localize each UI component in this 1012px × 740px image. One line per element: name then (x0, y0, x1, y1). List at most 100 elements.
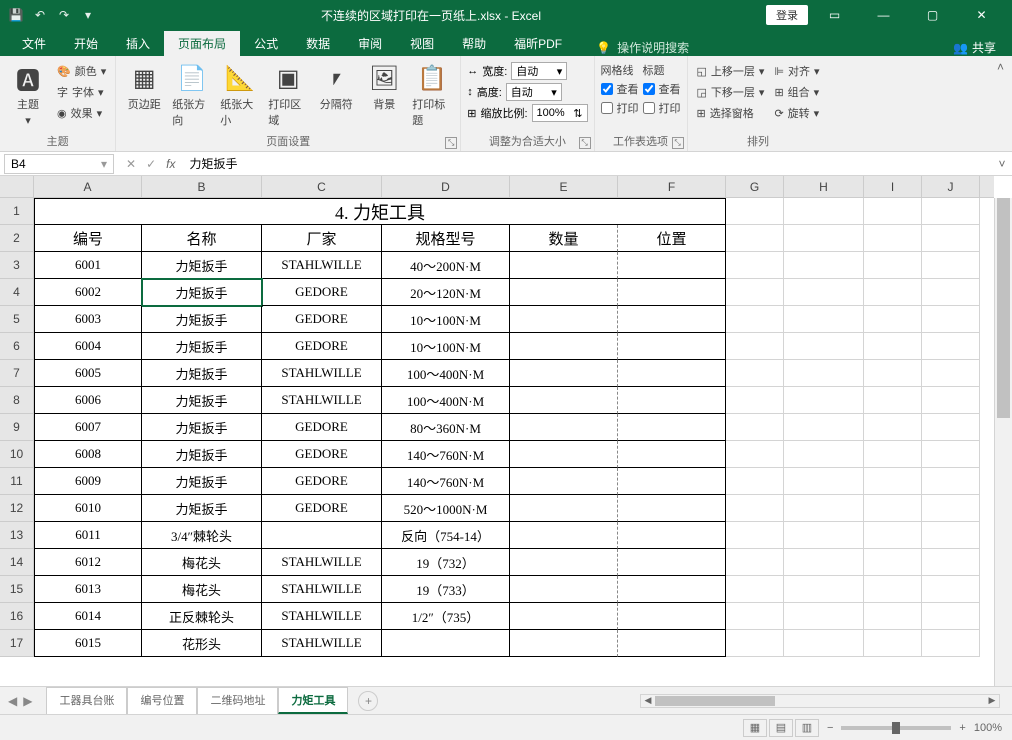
cell[interactable] (510, 468, 618, 495)
horizontal-scroll-thumb[interactable] (655, 696, 775, 706)
tab-insert[interactable]: 插入 (112, 31, 164, 56)
align-button[interactable]: ⊫对齐▾ (771, 62, 822, 80)
row-header-17[interactable]: 17 (0, 630, 33, 657)
ribbon-display-icon[interactable]: ▭ (812, 0, 857, 30)
row-header-2[interactable]: 2 (0, 225, 33, 252)
cell[interactable]: GEDORE (262, 414, 382, 441)
cell[interactable] (726, 630, 784, 657)
row-header-14[interactable]: 14 (0, 549, 33, 576)
cell[interactable] (618, 306, 726, 333)
cell[interactable]: 力矩扳手 (142, 360, 262, 387)
cell[interactable] (784, 333, 864, 360)
tell-me-search[interactable]: 💡 操作说明搜索 (596, 39, 689, 56)
cell[interactable]: 10～100N·M (382, 306, 510, 333)
cell[interactable]: 1/2″（735） (382, 603, 510, 630)
cell[interactable] (784, 225, 864, 252)
cell[interactable] (510, 414, 618, 441)
cell[interactable] (618, 360, 726, 387)
cell[interactable] (922, 603, 980, 630)
tab-view[interactable]: 视图 (396, 31, 448, 56)
cell[interactable] (922, 522, 980, 549)
cell[interactable]: 编号 (34, 225, 142, 252)
headings-view-check[interactable]: 查看 (643, 81, 681, 97)
cell[interactable] (784, 603, 864, 630)
cell[interactable] (784, 414, 864, 441)
tab-nav-next-icon[interactable]: ▶ (23, 694, 32, 708)
vertical-scroll-thumb[interactable] (997, 198, 1010, 418)
pagesetup-launcher[interactable]: ⤡ (445, 137, 457, 149)
col-header-A[interactable]: A (34, 176, 142, 197)
cell[interactable] (510, 252, 618, 279)
cell[interactable]: 力矩扳手 (142, 279, 262, 306)
cell[interactable] (784, 630, 864, 657)
row-header-7[interactable]: 7 (0, 360, 33, 387)
redo-icon[interactable]: ↷ (56, 7, 72, 23)
cell[interactable]: 19（732） (382, 549, 510, 576)
undo-icon[interactable]: ↶ (32, 7, 48, 23)
cell[interactable] (784, 279, 864, 306)
cell[interactable] (726, 468, 784, 495)
cell[interactable] (784, 441, 864, 468)
cell[interactable]: STAHLWILLE (262, 360, 382, 387)
scale-spinner[interactable]: 100%⇅ (532, 104, 588, 122)
cell[interactable]: GEDORE (262, 495, 382, 522)
cell[interactable] (864, 468, 922, 495)
cell[interactable]: 140～760N·M (382, 468, 510, 495)
cell[interactable] (726, 576, 784, 603)
sheet-tab[interactable]: 工器具台账 (46, 687, 127, 714)
pagebreak-view-button[interactable]: ▥ (795, 719, 819, 737)
pagelayout-view-button[interactable]: ▤ (769, 719, 793, 737)
fonts-button[interactable]: 字字体▾ (54, 83, 109, 101)
cell[interactable]: 名称 (142, 225, 262, 252)
hscroll-left-icon[interactable]: ◀ (641, 695, 655, 707)
vertical-scrollbar[interactable] (994, 198, 1012, 686)
formula-input[interactable]: 力矩扳手 (183, 155, 992, 172)
cell[interactable]: 数量 (510, 225, 618, 252)
cell[interactable]: 19（733） (382, 576, 510, 603)
cell[interactable] (784, 252, 864, 279)
row-header-3[interactable]: 3 (0, 252, 33, 279)
cell[interactable] (864, 495, 922, 522)
hscroll-right-icon[interactable]: ▶ (985, 695, 999, 707)
printtitles-button[interactable]: 📋打印标题 (410, 60, 454, 131)
col-header-D[interactable]: D (382, 176, 510, 197)
cell[interactable]: 6014 (34, 603, 142, 630)
cell[interactable]: 力矩扳手 (142, 306, 262, 333)
cell[interactable] (726, 414, 784, 441)
cell[interactable]: 6003 (34, 306, 142, 333)
printarea-button[interactable]: ▣打印区域 (266, 60, 310, 131)
cell[interactable]: 正反棘轮头 (142, 603, 262, 630)
width-select[interactable]: 自动▾ (511, 62, 567, 80)
cell[interactable] (618, 576, 726, 603)
cell[interactable] (726, 387, 784, 414)
row-header-16[interactable]: 16 (0, 603, 33, 630)
cell[interactable] (726, 360, 784, 387)
gridlines-print-check[interactable]: 打印 (601, 100, 639, 116)
cell[interactable] (864, 225, 922, 252)
cell[interactable] (618, 414, 726, 441)
col-header-G[interactable]: G (726, 176, 784, 197)
cell[interactable]: 力矩扳手 (142, 387, 262, 414)
cell[interactable]: 520～1000N·M (382, 495, 510, 522)
tab-foxit[interactable]: 福昕PDF (500, 31, 576, 56)
cell[interactable]: 80～360N·M (382, 414, 510, 441)
cell[interactable]: STAHLWILLE (262, 630, 382, 657)
cell[interactable] (864, 522, 922, 549)
cell[interactable]: GEDORE (262, 279, 382, 306)
fx-icon[interactable]: fx (166, 157, 175, 171)
row-header-12[interactable]: 12 (0, 495, 33, 522)
rotate-button[interactable]: ⟳旋转▾ (771, 104, 822, 122)
tab-file[interactable]: 文件 (8, 31, 60, 56)
col-header-F[interactable]: F (618, 176, 726, 197)
cell[interactable] (864, 387, 922, 414)
expand-formula-bar-icon[interactable]: ˅ (992, 157, 1012, 171)
cell[interactable]: 140～760N·M (382, 441, 510, 468)
cell[interactable] (922, 495, 980, 522)
tab-formulas[interactable]: 公式 (240, 31, 292, 56)
close-icon[interactable]: ✕ (959, 0, 1004, 30)
cell[interactable] (618, 522, 726, 549)
cell[interactable] (726, 603, 784, 630)
cell[interactable]: 3/4″棘轮头 (142, 522, 262, 549)
cell[interactable] (864, 414, 922, 441)
col-header-H[interactable]: H (784, 176, 864, 197)
